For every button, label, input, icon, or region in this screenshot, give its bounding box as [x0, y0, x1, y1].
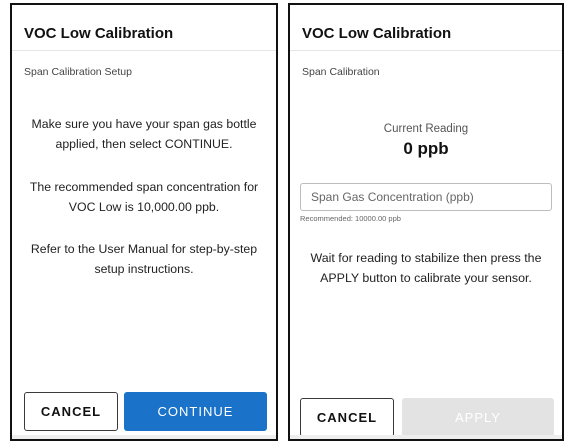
apply-button[interactable]: APPLY — [402, 398, 554, 437]
cancel-button[interactable]: CANCEL — [300, 398, 394, 437]
bottom-bar — [290, 435, 562, 439]
header-divider — [12, 50, 276, 51]
span-setup-screen: VOC Low Calibration Span Calibration Set… — [10, 3, 278, 441]
screen-subtitle: Span Calibration Setup — [24, 66, 132, 78]
screen-subtitle: Span Calibration — [302, 66, 380, 78]
current-reading-value: 0 ppb — [403, 139, 449, 158]
continue-button[interactable]: CONTINUE — [124, 392, 267, 431]
current-reading-label: Current Reading — [383, 123, 469, 135]
recommended-helper-text: Recommended: 10000.00 ppb — [300, 214, 401, 223]
instruction-user-manual: Refer to the User Manual for step-by-ste… — [30, 242, 258, 276]
header-divider — [290, 50, 562, 51]
instruction-recommended-concentration: The recommended span concentration for V… — [29, 180, 259, 214]
span-gas-concentration-input[interactable] — [301, 184, 551, 210]
span-calibration-screen: VOC Low Calibration Span Calibration Cur… — [288, 3, 564, 441]
stabilize-instruction: Wait for reading to stabilize then press… — [310, 251, 542, 286]
span-gas-concentration-field[interactable] — [300, 183, 552, 211]
screen-title: VOC Low Calibration — [24, 25, 174, 42]
screen-title: VOC Low Calibration — [302, 25, 452, 42]
bottom-bar — [12, 435, 276, 439]
instruction-apply-gas: Make sure you have your span gas bottle … — [31, 117, 257, 151]
cancel-button[interactable]: CANCEL — [24, 392, 118, 431]
